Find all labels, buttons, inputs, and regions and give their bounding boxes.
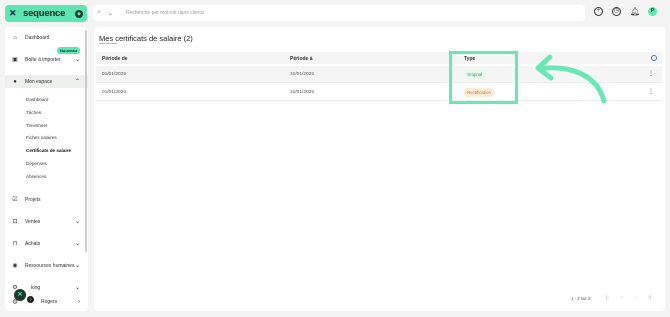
sidebar: ⌂ Dashboard Nouveau ▣ Boîte à importer ⌄… xyxy=(5,27,88,311)
help-icon[interactable]: ? xyxy=(27,296,34,303)
chevron-down-icon: ⌄ xyxy=(74,241,80,247)
sidebar-item-purchases[interactable]: ⊓ Achats ⌄ xyxy=(5,237,88,250)
next-page-icon[interactable]: › xyxy=(635,295,637,301)
sidebar-item-label: Projets xyxy=(25,196,41,203)
cell-from: 01/01/2025 xyxy=(102,72,127,77)
row-menu-icon[interactable]: ⋮ xyxy=(648,70,654,77)
page-title: Mes certificats de salaire (2) xyxy=(99,34,193,43)
sidebar-item-label: king xyxy=(31,284,41,291)
user-icon: ● xyxy=(13,78,17,85)
sidebar-item-my-space[interactable]: ● Mon espace ⌃ xyxy=(5,75,88,88)
chevron-right-icon: › xyxy=(78,298,80,305)
sidebar-item-projects[interactable]: ☑ Projets xyxy=(5,193,88,206)
cell-from: 01/01/2025 xyxy=(102,90,127,95)
sidebar-item-dashboard[interactable]: ⌂ Dashboard xyxy=(5,31,88,44)
lock-icon: ⊡ xyxy=(12,219,18,225)
people-icon: ◉ xyxy=(12,263,18,269)
sidebar-item-label: Boîte à importer xyxy=(25,56,61,63)
cell-to: 31/01/2025 xyxy=(290,72,315,77)
app-logo[interactable]: ✕ sequence ◆ xyxy=(5,5,87,22)
subnav-dashboard[interactable]: Dashboard xyxy=(26,97,48,102)
sidebar-item-inbox[interactable]: ▣ Boîte à importer ⌄ xyxy=(5,53,88,66)
chevron-down-icon: ⌄ xyxy=(74,263,80,269)
sidebar-item-sales[interactable]: ⊡ Ventes ⌄ xyxy=(5,215,88,228)
sidebar-item-label: Mon espace xyxy=(25,78,53,85)
sidebar-item-hr[interactable]: ◉ Ressources humaines ⌄ xyxy=(5,259,88,272)
logo-badge-icon: ◆ xyxy=(75,9,83,18)
logo-text: sequence xyxy=(23,8,66,19)
sidebar-scrollbar[interactable] xyxy=(85,30,87,252)
logo-mark-icon: ✕ xyxy=(9,8,17,18)
bag-icon: ⊓ xyxy=(12,241,18,247)
clock-icon[interactable]: ◷ xyxy=(612,7,621,16)
first-page-icon[interactable]: |‹ xyxy=(606,295,609,301)
search-input[interactable]: Recherche par mot-clé dans clients xyxy=(126,10,204,16)
chevron-down-icon: ⌄ xyxy=(74,219,80,225)
chevron-down-icon[interactable]: ⌄ xyxy=(108,10,116,17)
cell-to: 31/01/2025 xyxy=(290,90,315,95)
floating-logo-icon[interactable]: ✕ xyxy=(14,289,26,301)
subnav-timesheet[interactable]: Timesheet xyxy=(26,123,47,128)
search-bar[interactable]: ⌕ ⌄ Recherche par mot-clé dans clients xyxy=(93,5,585,21)
sidebar-item-label: Achats xyxy=(25,240,41,247)
subnav-expenses[interactable]: Dépenses xyxy=(26,161,47,166)
home-icon: ⌂ xyxy=(13,34,17,41)
column-settings-icon[interactable] xyxy=(651,55,657,61)
chevron-up-icon: ⌃ xyxy=(74,79,80,85)
sidebar-item-label: Rogers xyxy=(41,298,58,305)
chevron-down-icon: ⌄ xyxy=(74,285,80,291)
annotation-arrow-icon xyxy=(535,54,607,104)
subnav-salary-certificates[interactable]: Certificats de salaire xyxy=(26,148,71,153)
top-actions: + ◷ 🔔︎ P xyxy=(594,7,657,16)
subnav-absences[interactable]: Absences xyxy=(26,174,46,179)
bell-icon[interactable]: 🔔︎ xyxy=(630,7,640,16)
subnav-tasks[interactable]: Tâches xyxy=(26,110,41,115)
chevron-down-icon: ⌄ xyxy=(74,57,80,63)
check-square-icon: ☑ xyxy=(12,197,18,203)
prev-page-icon[interactable]: ‹ xyxy=(621,295,623,301)
sidebar-item-label: Ventes xyxy=(25,218,41,225)
highlight-box xyxy=(449,51,518,104)
add-icon[interactable]: + xyxy=(594,7,603,16)
avatar[interactable]: P xyxy=(648,7,657,16)
row-menu-icon[interactable]: ⋮ xyxy=(648,88,654,95)
last-page-icon[interactable]: ›| xyxy=(648,295,651,301)
subnav-payslips[interactable]: Fiches salaires xyxy=(26,135,57,140)
sidebar-item-label: Dashboard xyxy=(25,34,50,41)
column-header-from[interactable]: Période de xyxy=(102,56,128,62)
pagination-info: 1 - 2 sur 2 xyxy=(571,296,591,301)
column-header-to[interactable]: Période à xyxy=(290,56,313,62)
search-icon: ⌕ xyxy=(97,9,101,16)
title-underline xyxy=(99,43,117,44)
inbox-icon: ▣ xyxy=(12,57,18,63)
sidebar-item-label: Ressources humaines xyxy=(25,262,75,269)
